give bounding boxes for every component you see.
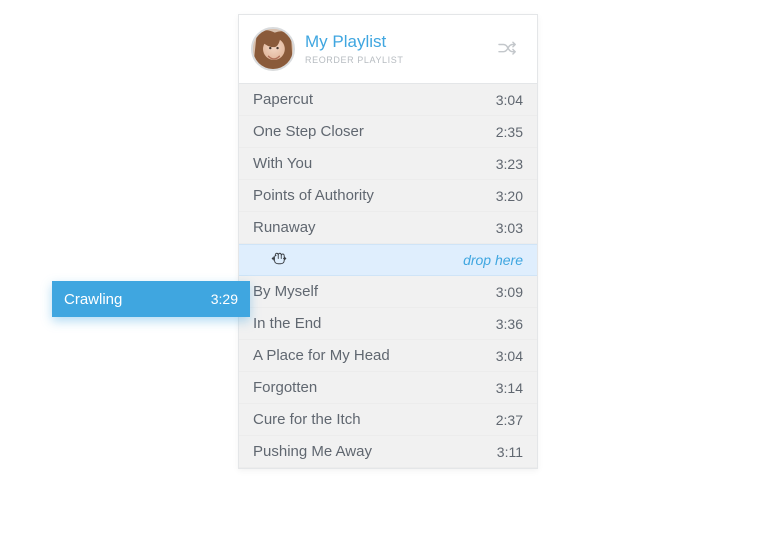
track-row[interactable]: Forgotten 3:14	[239, 372, 537, 404]
dragging-track[interactable]: Crawling 3:29	[52, 281, 250, 317]
track-time: 3:36	[496, 316, 523, 332]
track-time: 3:14	[496, 380, 523, 396]
track-row[interactable]: Runaway 3:03	[239, 212, 537, 244]
track-row[interactable]: By Myself 3:09	[239, 276, 537, 308]
track-row[interactable]: One Step Closer 2:35	[239, 116, 537, 148]
track-title: Pushing Me Away	[253, 443, 372, 460]
track-row[interactable]: A Place for My Head 3:04	[239, 340, 537, 372]
track-row[interactable]: In the End 3:36	[239, 308, 537, 340]
track-time: 3:04	[496, 92, 523, 108]
avatar-image	[253, 29, 293, 69]
playlist-card: My Playlist REORDER PLAYLIST Papercut 3:…	[238, 14, 538, 469]
track-time: 3:20	[496, 188, 523, 204]
track-time: 3:04	[496, 348, 523, 364]
track-title: Crawling	[64, 291, 122, 308]
track-title: With You	[253, 155, 312, 172]
track-row[interactable]: Papercut 3:04	[239, 84, 537, 116]
track-title: Runaway	[253, 219, 316, 236]
track-title: Points of Authority	[253, 187, 374, 204]
track-time: 3:03	[496, 220, 523, 236]
track-title: By Myself	[253, 283, 318, 300]
shuffle-button[interactable]	[493, 36, 523, 62]
playlist-header: My Playlist REORDER PLAYLIST	[239, 15, 537, 84]
shuffle-icon	[497, 40, 519, 58]
track-title: In the End	[253, 315, 321, 332]
track-time: 2:35	[496, 124, 523, 140]
track-title: One Step Closer	[253, 123, 364, 140]
playlist-title[interactable]: My Playlist	[305, 33, 493, 52]
track-row[interactable]: Pushing Me Away 3:11	[239, 436, 537, 468]
track-row[interactable]: Cure for the Itch 2:37	[239, 404, 537, 436]
track-row[interactable]: Points of Authority 3:20	[239, 180, 537, 212]
playlist-subtitle: REORDER PLAYLIST	[305, 55, 493, 65]
track-time: 3:29	[211, 291, 238, 307]
title-block: My Playlist REORDER PLAYLIST	[305, 33, 493, 65]
track-title: Cure for the Itch	[253, 411, 361, 428]
drop-target[interactable]: drop here	[239, 244, 537, 276]
track-title: Forgotten	[253, 379, 317, 396]
drop-label: drop here	[463, 252, 523, 268]
track-title: A Place for My Head	[253, 347, 390, 364]
grab-cursor-icon	[270, 250, 288, 271]
track-list: Papercut 3:04 One Step Closer 2:35 With …	[239, 84, 537, 468]
track-title: Papercut	[253, 91, 313, 108]
track-time: 3:23	[496, 156, 523, 172]
track-row[interactable]: With You 3:23	[239, 148, 537, 180]
track-time: 3:09	[496, 284, 523, 300]
avatar[interactable]	[251, 27, 295, 71]
track-time: 2:37	[496, 412, 523, 428]
track-time: 3:11	[497, 444, 523, 460]
